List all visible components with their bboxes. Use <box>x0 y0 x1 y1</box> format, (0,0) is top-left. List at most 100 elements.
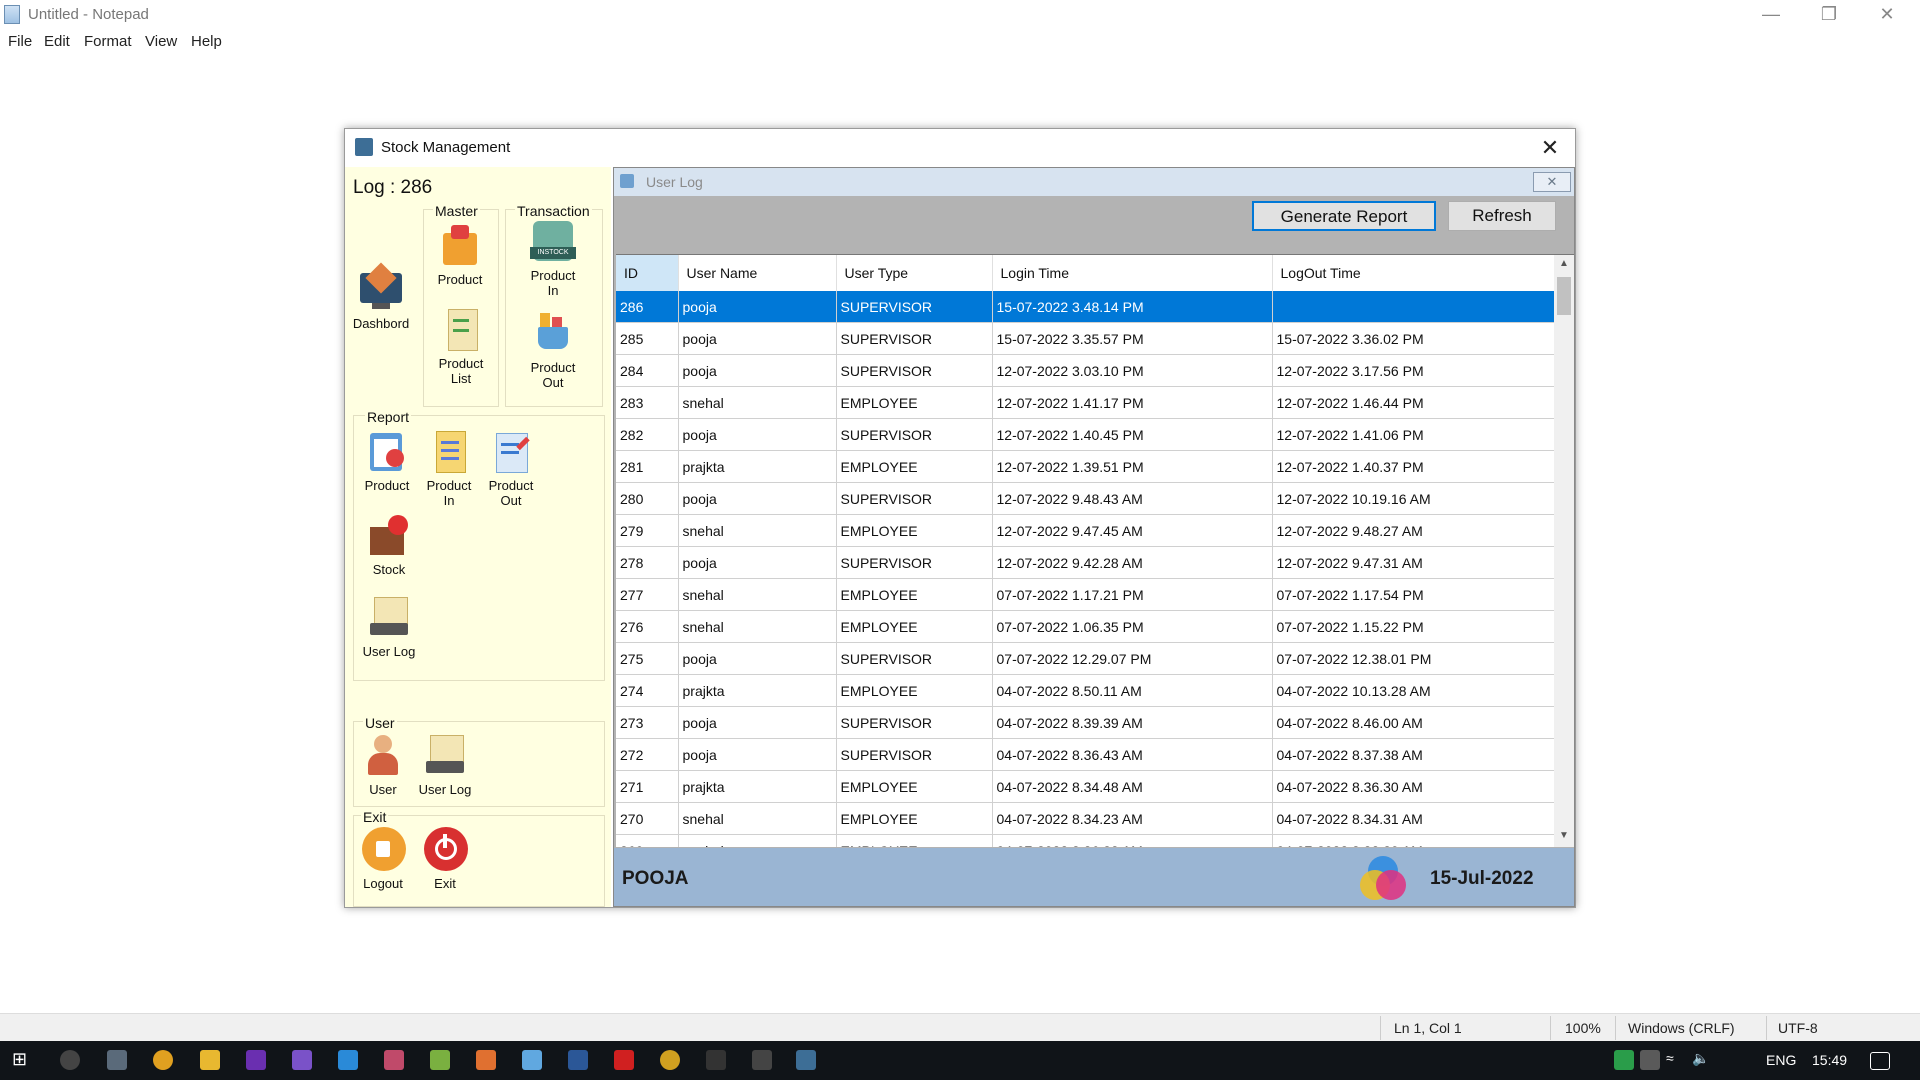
app-icon-2[interactable] <box>430 1050 450 1070</box>
cell-id[interactable]: 272 <box>616 738 679 771</box>
cell-login-time[interactable]: 04-07-2022 8.26.32 AM <box>992 834 1273 847</box>
cell-login-time[interactable]: 12-07-2022 1.41.17 PM <box>992 386 1273 419</box>
cell-logout-time[interactable]: 12-07-2022 9.47.31 AM <box>1272 546 1555 579</box>
cell-logout-time[interactable]: 04-07-2022 8.34.31 AM <box>1272 802 1555 835</box>
cell-user-type[interactable]: SUPERVISOR <box>836 291 993 323</box>
cell-id[interactable]: 284 <box>616 354 679 387</box>
report-product-in-button[interactable]: Product In <box>417 429 481 508</box>
word-icon[interactable] <box>568 1050 588 1070</box>
logout-button[interactable]: Logout <box>351 827 415 891</box>
cell-user-name[interactable]: pooja <box>678 418 837 451</box>
user-log-grid[interactable]: ID User Name User Type Login Time LogOut… <box>616 254 1574 847</box>
cell-user-type[interactable]: SUPERVISOR <box>836 546 993 579</box>
report-user-log-button[interactable]: User Log <box>357 595 421 659</box>
cell-user-type[interactable]: EMPLOYEE <box>836 514 993 547</box>
cell-login-time[interactable]: 07-07-2022 1.17.21 PM <box>992 578 1273 611</box>
minimize-button[interactable]: — <box>1742 0 1800 30</box>
cell-user-type[interactable]: SUPERVISOR <box>836 738 993 771</box>
user-log-close-button[interactable]: ✕ <box>1533 172 1571 192</box>
cell-user-name[interactable]: pooja <box>678 546 837 579</box>
menu-view[interactable]: View <box>145 33 177 50</box>
cell-id[interactable]: 281 <box>616 450 679 483</box>
close-button[interactable]: ✕ <box>1858 0 1916 30</box>
cell-user-name[interactable]: snehal <box>678 578 837 611</box>
cell-user-type[interactable]: EMPLOYEE <box>836 450 993 483</box>
chrome-canary-icon[interactable] <box>660 1050 680 1070</box>
table-row[interactable]: 276 snehal EMPLOYEE 07-07-2022 1.06.35 PM 07… <box>616 610 1555 643</box>
cell-user-name[interactable]: pooja <box>678 738 837 771</box>
cell-user-name[interactable]: snehal <box>678 514 837 547</box>
menu-help[interactable]: Help <box>191 33 222 50</box>
cell-login-time[interactable]: 15-07-2022 3.35.57 PM <box>992 322 1273 355</box>
file-explorer-icon[interactable] <box>200 1050 220 1070</box>
product-out-button[interactable]: Product Out <box>521 311 585 390</box>
notification-icon[interactable] <box>1870 1052 1890 1070</box>
scroll-thumb[interactable] <box>1557 277 1571 315</box>
cell-user-type[interactable]: EMPLOYEE <box>836 834 993 847</box>
cell-login-time[interactable]: 12-07-2022 9.42.28 AM <box>992 546 1273 579</box>
cell-user-name[interactable]: pooja <box>678 291 837 323</box>
table-row[interactable]: 284 pooja SUPERVISOR 12-07-2022 3.03.10 PM 1… <box>616 354 1555 387</box>
cell-user-type[interactable]: SUPERVISOR <box>836 706 993 739</box>
cell-logout-time[interactable]: 12-07-2022 1.40.37 PM <box>1272 450 1555 483</box>
column-header-id[interactable]: ID <box>616 255 679 291</box>
user-button[interactable]: User <box>351 733 415 797</box>
product-list-button[interactable]: Product List <box>429 307 493 386</box>
cell-id[interactable]: 279 <box>616 514 679 547</box>
cell-id[interactable]: 286 <box>616 291 679 323</box>
cell-user-type[interactable]: EMPLOYEE <box>836 578 993 611</box>
notepad-horizontal-scrollbar[interactable] <box>0 992 1900 1012</box>
app-icon-3[interactable] <box>476 1050 496 1070</box>
cell-logout-time[interactable]: 07-07-2022 1.17.54 PM <box>1272 578 1555 611</box>
cell-user-name[interactable]: pooja <box>678 642 837 675</box>
table-row[interactable]: 269snehalEMPLOYEE04-07-2022 8.26.32 AM04… <box>616 834 1555 847</box>
notepad-taskbar-icon[interactable] <box>522 1050 542 1070</box>
user-log-button[interactable]: User Log <box>413 733 477 797</box>
cell-user-type[interactable]: EMPLOYEE <box>836 802 993 835</box>
master-product-button[interactable]: Product <box>428 223 492 287</box>
report-product-out-button[interactable]: Product Out <box>479 429 543 508</box>
cell-id[interactable]: 277 <box>616 578 679 611</box>
visual-studio-icon[interactable] <box>292 1050 312 1070</box>
cell-login-time[interactable]: 12-07-2022 1.39.51 PM <box>992 450 1273 483</box>
cell-login-time[interactable]: 07-07-2022 1.06.35 PM <box>992 610 1273 643</box>
cell-login-time[interactable]: 15-07-2022 3.48.14 PM <box>992 291 1273 323</box>
cell-user-name[interactable]: pooja <box>678 706 837 739</box>
cell-user-name[interactable]: pooja <box>678 482 837 515</box>
table-row[interactable]: 270 snehal EMPLOYEE 04-07-2022 8.34.23 AM 04… <box>616 802 1555 835</box>
start-icon[interactable]: ⊞ <box>12 1049 32 1069</box>
report-stock-button[interactable]: Stock <box>357 513 421 577</box>
cortana-icon[interactable] <box>60 1050 80 1070</box>
table-row[interactable]: 279 snehal EMPLOYEE 12-07-2022 9.47.45 AM 12… <box>616 514 1555 547</box>
product-in-button[interactable]: INSTOCK Product In <box>521 219 585 298</box>
cell-user-name[interactable]: pooja <box>678 354 837 387</box>
cell-logout-time[interactable] <box>1272 291 1555 323</box>
cell-logout-time[interactable]: 12-07-2022 1.41.06 PM <box>1272 418 1555 451</box>
tray-icon-q[interactable] <box>1614 1050 1634 1070</box>
table-row[interactable]: 285 pooja SUPERVISOR 15-07-2022 3.35.57 PM 1… <box>616 322 1555 355</box>
cell-logout-time[interactable]: 12-07-2022 1.46.44 PM <box>1272 386 1555 419</box>
cell-id[interactable]: 280 <box>616 482 679 515</box>
cell-user-name[interactable]: snehal <box>678 802 837 835</box>
cell-id[interactable]: 283 <box>616 386 679 419</box>
table-row[interactable]: 286 pooja SUPERVISOR 15-07-2022 3.48.14 PM <box>616 291 1555 323</box>
cell-id[interactable]: 285 <box>616 322 679 355</box>
restore-button[interactable]: ❐ <box>1800 0 1858 30</box>
cell-login-time[interactable]: 04-07-2022 8.50.11 AM <box>992 674 1273 707</box>
cell-user-name[interactable]: prajkta <box>678 674 837 707</box>
taskbar-clock[interactable]: 15:49 <box>1812 1052 1847 1068</box>
stock-management-taskbar-icon[interactable] <box>796 1050 816 1070</box>
grid-vertical-scrollbar[interactable]: ▲ ▼ <box>1554 255 1574 847</box>
cell-user-type[interactable]: EMPLOYEE <box>836 770 993 803</box>
menu-file[interactable]: File <box>8 33 32 50</box>
cell-login-time[interactable]: 04-07-2022 8.34.23 AM <box>992 802 1273 835</box>
cell-logout-time[interactable]: 12-07-2022 3.17.56 PM <box>1272 354 1555 387</box>
cell-id[interactable]: 274 <box>616 674 679 707</box>
cell-user-type[interactable]: SUPERVISOR <box>836 354 993 387</box>
column-header-logout-time[interactable]: LogOut Time <box>1272 255 1555 291</box>
refresh-button[interactable]: Refresh <box>1448 201 1556 231</box>
chrome-icon[interactable] <box>153 1050 173 1070</box>
cell-user-name[interactable]: pooja <box>678 322 837 355</box>
cell-logout-time[interactable]: 07-07-2022 1.15.22 PM <box>1272 610 1555 643</box>
table-row[interactable]: 277 snehal EMPLOYEE 07-07-2022 1.17.21 PM 07… <box>616 578 1555 611</box>
